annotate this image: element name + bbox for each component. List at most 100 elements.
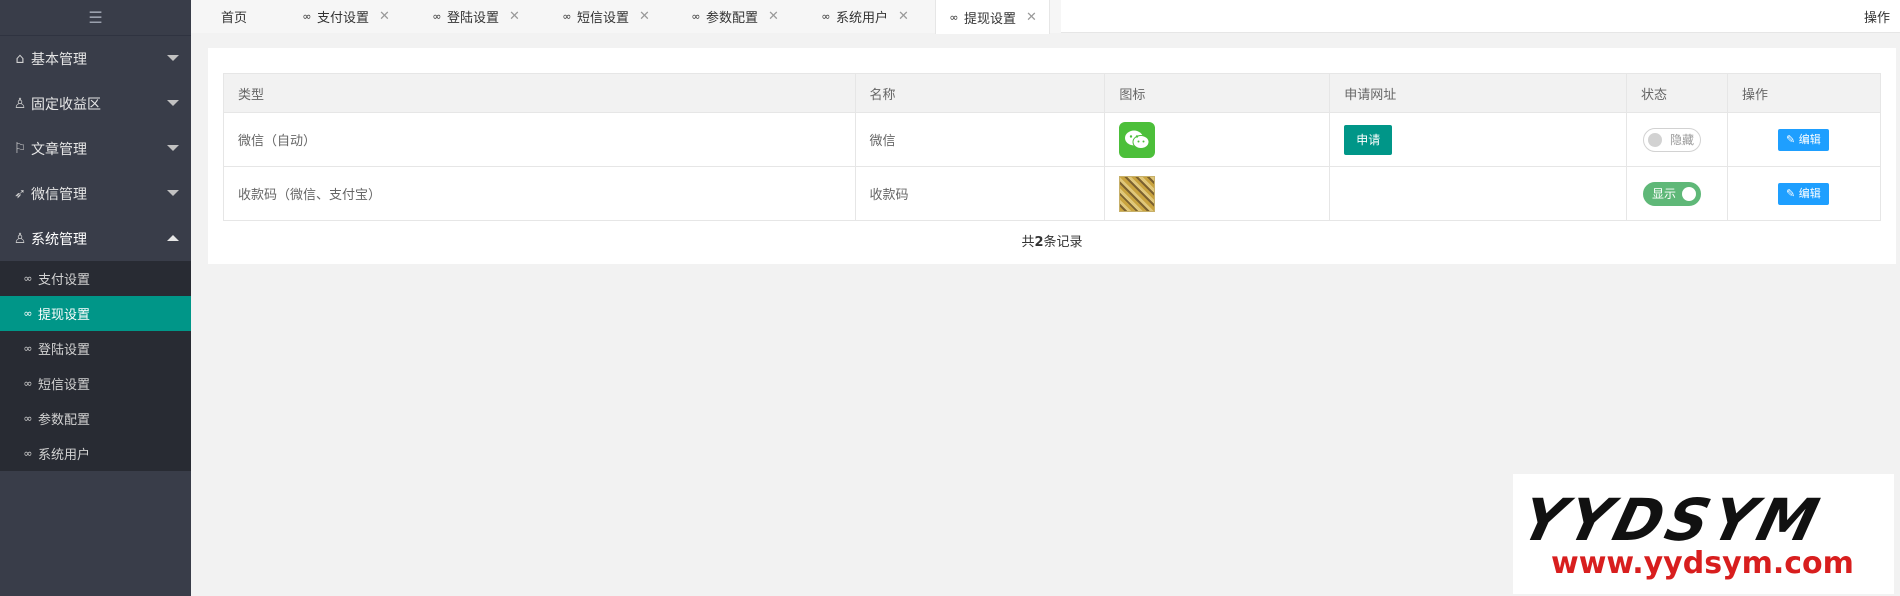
sidebar-group-label: 文章管理 [31,141,87,158]
watermark-url: www.yydsym.com [1551,546,1854,581]
cell-type: 微信（自动） [223,112,856,167]
sidebar-group-articles[interactable]: ⚐ 文章管理 [0,126,191,171]
close-icon[interactable]: ✕ [1026,10,1037,25]
sidebar: ☰ ⌂ 基本管理 ♙ 固定收益区 ⚐ 文章管理 ➶ 微信管理 ♙ 系统管理 ∞ … [0,0,191,596]
toggle-knob [1682,186,1697,201]
cell-actions: ✎ 编辑 [1727,112,1881,167]
sidebar-submenu: ∞ 支付设置 ∞ 提现设置 ∞ 登陆设置 ∞ 短信设置 ∞ 参数配置 ∞ 系统用… [0,261,191,471]
infinity-icon: ∞ [821,10,831,23]
close-icon[interactable]: ✕ [379,9,390,24]
payment-code-image [1119,175,1156,212]
sidebar-item-label: 系统用户 [38,448,91,463]
sidebar-group-basic[interactable]: ⌂ 基本管理 [0,36,191,81]
toggle-knob [1648,132,1663,147]
infinity-icon: ∞ [23,412,33,425]
sidebar-item-label: 支付设置 [38,273,91,288]
sidebar-item-param-config[interactable]: ∞ 参数配置 [0,401,191,436]
infinity-icon: ∞ [432,10,442,23]
record-count-suffix: 条记录 [1043,235,1083,250]
infinity-icon: ∞ [949,10,959,24]
sidebar-item-withdraw-settings[interactable]: ∞ 提现设置 [0,296,191,331]
status-toggle-label: 隐藏 [1670,132,1695,147]
tab-label: 参数配置 [706,11,759,26]
tab-label: 短信设置 [577,11,630,26]
tab-param-config[interactable]: ∞ 参数配置 ✕ [678,0,791,33]
sidebar-item-label: 短信设置 [38,378,91,393]
tab-operations-menu[interactable]: 操作 [1864,0,1890,33]
watermark-logo: YYDSYM www.yydsym.com [1513,474,1894,594]
caret-down-icon [167,100,179,106]
record-count-number: 2 [1034,235,1044,250]
table-header: 图标 [1104,73,1331,113]
pencil-icon: ✎ [1786,186,1796,200]
record-count-prefix: 共 [1021,235,1035,250]
cell-status: 隐藏 [1626,112,1729,167]
status-toggle[interactable]: 隐藏 [1643,127,1702,152]
tab-system-users[interactable]: ∞ 系统用户 ✕ [808,0,921,33]
withdraw-table: 类型 名称 图标 申请网址 状态 操作 微信（自动） 微信 申请 隐藏 ✎ 编辑… [223,73,1881,221]
cell-name: 收款码 [854,166,1106,221]
sidebar-item-system-users[interactable]: ∞ 系统用户 [0,436,191,471]
flag-icon: ⚐ [13,140,27,157]
cell-icon [1104,166,1331,221]
tab-home[interactable]: 首页 [191,0,277,33]
record-count: 共2条记录 [208,231,1896,250]
close-icon[interactable]: ✕ [509,9,520,24]
caret-down-icon [167,55,179,61]
infinity-icon: ∞ [23,272,33,285]
caret-down-icon [167,145,179,151]
table-row: 收款码（微信、支付宝） 收款码 显示 ✎ 编辑 [223,166,1881,221]
tab-login-settings[interactable]: ∞ 登陆设置 ✕ [419,0,532,33]
infinity-icon: ∞ [23,447,33,460]
user-icon: ♙ [13,230,27,247]
cell-apply-url: 申请 [1329,112,1628,167]
tab-label: 系统用户 [836,11,889,26]
close-icon[interactable]: ✕ [639,9,650,24]
caret-down-icon [167,190,179,196]
infinity-icon: ∞ [302,10,312,23]
tab-label: 登陆设置 [447,11,500,26]
infinity-icon: ∞ [691,10,701,23]
edit-button-label: 编辑 [1798,186,1821,200]
tab-label: 首页 [220,11,247,26]
sidebar-item-sms-settings[interactable]: ∞ 短信设置 [0,366,191,401]
pencil-icon: ✎ [1786,132,1796,146]
tab-bar: 首页 ∞ 支付设置 ✕ ∞ 登陆设置 ✕ ∞ 短信设置 ✕ ∞ 参数配置 ✕ ∞… [191,0,1900,34]
sidebar-group-wechat[interactable]: ➶ 微信管理 [0,171,191,216]
sidebar-group-label: 系统管理 [31,231,87,248]
caret-up-icon [167,235,179,241]
sidebar-group-system[interactable]: ♙ 系统管理 [0,216,191,261]
content-panel: 类型 名称 图标 申请网址 状态 操作 微信（自动） 微信 申请 隐藏 ✎ 编辑… [208,48,1896,264]
sidebar-item-pay-settings[interactable]: ∞ 支付设置 [0,261,191,296]
close-icon[interactable]: ✕ [898,9,909,24]
sidebar-item-login-settings[interactable]: ∞ 登陆设置 [0,331,191,366]
tab-operations-label: 操作 [1863,11,1890,26]
cell-name: 微信 [854,112,1106,167]
edit-button-label: 编辑 [1798,132,1821,146]
tab-label: 提现设置 [964,11,1017,27]
table-row: 微信（自动） 微信 申请 隐藏 ✎ 编辑 [223,112,1881,167]
cell-type: 收款码（微信、支付宝） [223,166,856,221]
user-icon: ♙ [13,95,27,112]
wechat-icon [1119,121,1156,158]
edit-button[interactable]: ✎ 编辑 [1778,182,1829,205]
tab-pay-settings[interactable]: ∞ 支付设置 ✕ [289,0,402,33]
watermark-brand: YYDSYM [1514,486,1830,554]
sidebar-item-label: 参数配置 [38,413,91,428]
close-icon[interactable]: ✕ [768,9,779,24]
edit-button[interactable]: ✎ 编辑 [1778,128,1829,151]
sidebar-item-label: 提现设置 [38,308,91,323]
sidebar-group-fixed-income[interactable]: ♙ 固定收益区 [0,81,191,126]
infinity-icon: ∞ [23,342,33,355]
menu-fold-icon[interactable]: ☰ [0,0,191,36]
infinity-icon: ∞ [562,10,572,23]
tab-withdraw-settings[interactable]: ∞ 提现设置 ✕ [935,0,1050,34]
table-header-row: 类型 名称 图标 申请网址 状态 操作 [223,73,1881,113]
table-header: 操作 [1727,73,1881,113]
cell-apply-url [1329,166,1628,221]
infinity-icon: ∞ [23,307,33,320]
cell-status: 显示 [1626,166,1729,221]
status-toggle[interactable]: 显示 [1643,181,1702,206]
apply-button[interactable]: 申请 [1344,124,1393,155]
tab-sms-settings[interactable]: ∞ 短信设置 ✕ [549,0,662,33]
